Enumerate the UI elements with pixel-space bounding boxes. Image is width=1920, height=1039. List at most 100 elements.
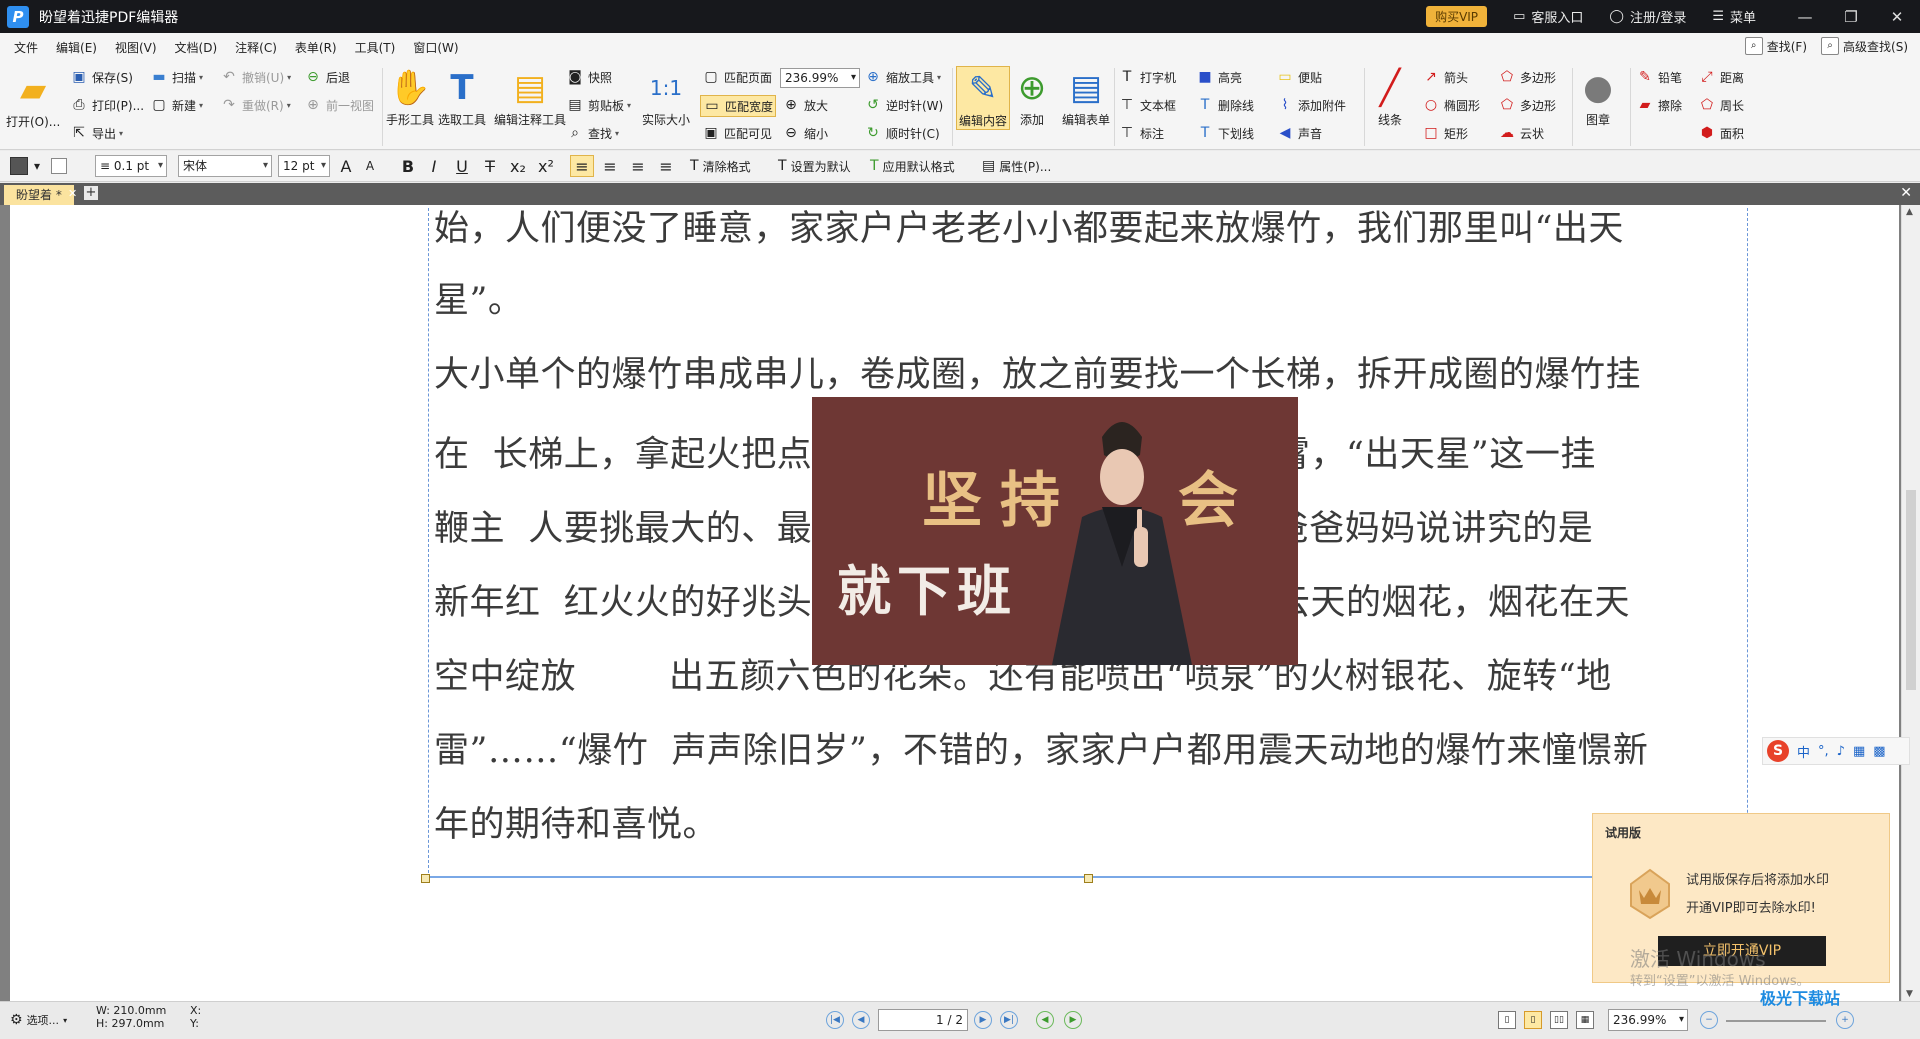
superscript-icon[interactable]: x² (536, 155, 556, 177)
facing-view-icon[interactable]: ▯▯ (1550, 1011, 1568, 1029)
select-tool-button[interactable]: T 选取工具 (438, 66, 486, 128)
main-menu-button[interactable]: ☰ 菜单 (1712, 7, 1756, 26)
menu-window[interactable]: 窗口(W) (404, 39, 467, 56)
annotation-select-button[interactable]: ▤ 编辑注释工具 (494, 66, 566, 128)
scroll-thumb[interactable] (1906, 490, 1916, 690)
font-shrink-icon[interactable]: A (360, 155, 380, 177)
menu-document[interactable]: 文档(D) (166, 39, 227, 56)
underline-format-icon[interactable]: U (452, 155, 472, 177)
underline-button[interactable]: T 下划线 (1196, 124, 1254, 142)
zoom-select[interactable]: 236.99% (780, 68, 860, 88)
polyline-button[interactable]: ⬠ 多边形 (1498, 96, 1556, 114)
fit-visible-button[interactable]: ▣ 匹配可见 (702, 124, 772, 142)
menu-comment[interactable]: 注释(C) (226, 39, 286, 56)
rotate-cw-button[interactable]: ↻ 顺时针(C) (864, 124, 940, 142)
first-page-icon[interactable]: |◀ (826, 1011, 844, 1029)
clipboard-button[interactable]: ▤ 剪贴板 ▾ (566, 96, 631, 114)
strikeout-button[interactable]: T 删除线 (1196, 96, 1254, 114)
stamp-button[interactable]: ● 图章 (1576, 66, 1620, 128)
close-window-button[interactable]: ✕ (1874, 8, 1920, 26)
ime-punct[interactable]: °, (1818, 744, 1829, 759)
area-button[interactable]: ⬢ 面积 (1698, 124, 1744, 142)
find-button[interactable]: ⌕ 查找(F) (1744, 37, 1807, 55)
justify-icon[interactable]: ≡ (654, 155, 678, 177)
last-page-icon[interactable]: ▶| (1000, 1011, 1018, 1029)
font-grow-icon[interactable]: A (336, 155, 356, 177)
align-left-icon[interactable]: ≡ (570, 155, 594, 177)
arrow-button[interactable]: ↗ 箭头 (1422, 68, 1468, 86)
login-link[interactable]: ◯ 注册/登录 (1609, 7, 1686, 26)
align-center-icon[interactable]: ≡ (598, 155, 622, 177)
italic-icon[interactable]: I (424, 155, 444, 177)
open-button[interactable]: ▰ 打开(O)... (6, 68, 60, 130)
clear-format-button[interactable]: T 清除格式 (690, 155, 751, 177)
vertical-scrollbar[interactable]: ▲ ▼ (1901, 205, 1920, 1001)
customer-service-link[interactable]: ▭ 客服入口 (1513, 7, 1583, 26)
fit-width-button[interactable]: ▭ 匹配宽度 (700, 95, 777, 117)
go-forward-icon[interactable]: ▶ (1064, 1011, 1082, 1029)
zoom-in-button[interactable]: ⊕ 放大 (782, 96, 828, 114)
ime-mode[interactable]: 中 (1797, 742, 1810, 761)
menu-edit[interactable]: 编辑(E) (47, 39, 106, 56)
document-tab[interactable]: 盼望着 * (4, 185, 74, 205)
textbox-button[interactable]: ⊤ 文本框 (1118, 96, 1176, 114)
minimize-button[interactable]: — (1782, 8, 1828, 26)
grid-icon[interactable]: ▩ (1873, 744, 1885, 759)
keyboard-icon[interactable]: ▦ (1853, 744, 1865, 759)
fit-page-button[interactable]: ▢ 匹配页面 (702, 68, 772, 86)
snapshot-button[interactable]: ◙ 快照 (566, 68, 612, 86)
print-button[interactable]: ⎙ 打印(P)... (70, 96, 144, 114)
rectangle-button[interactable]: □ 矩形 (1422, 124, 1468, 142)
typewriter-button[interactable]: T 打字机 (1118, 68, 1176, 86)
resize-handle[interactable] (421, 874, 430, 883)
inserted-image[interactable]: 坚持会 就下班 (812, 397, 1298, 665)
redo-button[interactable]: ↷ 重做(R) ▾ (220, 96, 291, 114)
export-button[interactable]: ⇱ 导出 ▾ (70, 124, 123, 142)
tab-close-icon[interactable]: ✕ (68, 187, 77, 200)
edit-content-button[interactable]: ✎ 编辑内容 (956, 66, 1011, 130)
eraser-button[interactable]: ▰ 擦除 (1636, 96, 1682, 114)
new-tab-icon[interactable]: + (84, 186, 98, 200)
set-default-button[interactable]: T 设置为默认 (778, 155, 851, 177)
scroll-up-icon[interactable]: ▲ (1906, 207, 1913, 217)
close-all-icon[interactable]: ✕ (1900, 185, 1912, 201)
scroll-down-icon[interactable]: ▼ (1906, 989, 1913, 999)
callout-button[interactable]: ⊤ 标注 (1118, 124, 1164, 142)
continuous-facing-icon[interactable]: ▦ (1576, 1011, 1594, 1029)
perimeter-button[interactable]: ⬠ 周长 (1698, 96, 1744, 114)
page-number-input[interactable]: 1 / 2 (878, 1009, 968, 1031)
previous-view-button[interactable]: ⊕ 前一视图 (304, 96, 374, 114)
new-button[interactable]: ▢ 新建 ▾ (150, 96, 203, 114)
border-color-button[interactable] (48, 155, 70, 177)
properties-button[interactable]: ▤ 属性(P)... (982, 155, 1051, 177)
polygon-button[interactable]: ⬠ 多边形 (1498, 68, 1556, 86)
restore-button[interactable]: ❐ (1828, 8, 1874, 26)
rotate-ccw-button[interactable]: ↺ 逆时针(W) (864, 96, 943, 114)
bold-icon[interactable]: B (398, 155, 418, 177)
font-select[interactable]: 宋体 (178, 155, 272, 177)
status-zoom-in-icon[interactable]: + (1836, 1011, 1854, 1029)
ime-toolbar[interactable]: S 中 °, ♪ ▦ ▩ (1762, 737, 1910, 765)
resize-handle[interactable] (1084, 874, 1093, 883)
line-button[interactable]: ╱ 线条 (1368, 66, 1412, 128)
single-page-view-icon[interactable]: ▯ (1498, 1011, 1516, 1029)
buy-vip-button[interactable]: 购买VIP (1426, 6, 1488, 27)
fill-color-button[interactable] (8, 155, 30, 177)
note-button[interactable]: ▭ 便贴 (1276, 68, 1322, 86)
save-button[interactable]: ▣ 保存(S) (70, 68, 133, 86)
menu-view[interactable]: 视图(V) (106, 39, 166, 56)
sound-button[interactable]: ◀ 声音 (1276, 124, 1322, 142)
next-page-icon[interactable]: ▶ (974, 1011, 992, 1029)
undo-button[interactable]: ↶ 撤销(U) ▾ (220, 68, 291, 86)
menu-form[interactable]: 表单(R) (286, 39, 346, 56)
status-zoom-out-icon[interactable]: − (1700, 1011, 1718, 1029)
zoom-out-button[interactable]: ⊖ 缩小 (782, 124, 828, 142)
actual-size-button[interactable]: 1:1 实际大小 (642, 66, 690, 128)
ellipse-button[interactable]: ○ 椭圆形 (1422, 96, 1480, 114)
fill-color-dropdown[interactable]: ▾ (32, 155, 42, 177)
distance-button[interactable]: ⤢ 距离 (1698, 68, 1744, 86)
line-width-select[interactable]: ≡ 0.1 pt (95, 155, 167, 177)
apply-default-button[interactable]: T 应用默认格式 (870, 155, 955, 177)
microphone-icon[interactable]: ♪ (1837, 744, 1845, 759)
zoom-tool-button[interactable]: ⊕ 缩放工具 ▾ (864, 68, 941, 86)
